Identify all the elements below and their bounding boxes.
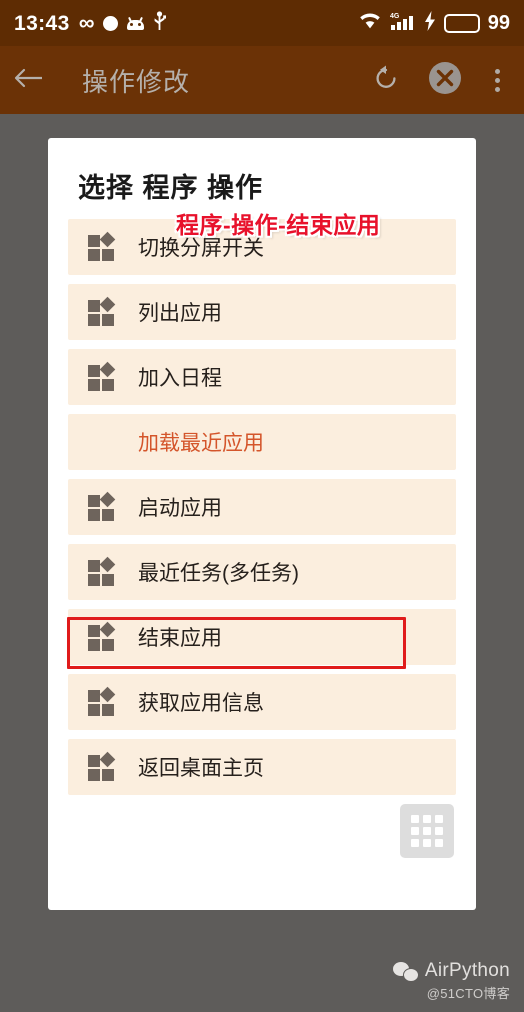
list-item[interactable]: 加入日程 xyxy=(68,349,456,405)
list-item[interactable]: 加载最近应用 xyxy=(68,414,456,470)
action-list: 切换分屏开关 列出应用 加入日程 加载最近应用 启动应用 最近任务(多任务) 结束应用 获取应… xyxy=(48,219,476,795)
overflow-menu-icon[interactable] xyxy=(489,65,506,96)
dialog-title: 选择 程序 操作 xyxy=(78,173,264,203)
widget-grid-icon xyxy=(88,296,118,326)
list-item-label: 加载最近应用 xyxy=(138,432,264,455)
status-bar-clock: 13:43 xyxy=(14,11,70,35)
list-item-icon-wrap xyxy=(68,621,138,651)
widget-grid-icon xyxy=(88,621,118,651)
list-item[interactable]: 列出应用 xyxy=(68,284,456,340)
battery-percent-label: 99 xyxy=(487,12,510,34)
watermark: AirPython @51CTO博客 xyxy=(392,960,510,1002)
svg-text:4G: 4G xyxy=(390,13,400,20)
widget-grid-icon xyxy=(88,231,118,261)
watermark-primary: AirPython xyxy=(392,960,510,982)
undo-icon[interactable] xyxy=(371,63,401,98)
list-item-icon-wrap xyxy=(68,231,138,261)
wifi-icon xyxy=(358,11,382,35)
list-item-label: 启动应用 xyxy=(138,497,222,520)
back-arrow-icon[interactable] xyxy=(14,66,44,95)
charging-bolt-icon xyxy=(424,10,436,36)
page-title: 操作修改 xyxy=(82,66,191,97)
app-bar: 操作修改 xyxy=(0,46,524,114)
wechat-icon xyxy=(392,961,419,982)
annotation-text: 程序-操作-结束应用 xyxy=(176,212,381,238)
list-item-label: 结束应用 xyxy=(138,627,222,650)
list-item[interactable]: 获取应用信息 xyxy=(68,674,456,730)
phone-screen: 13:43 ∞ 4G 99 操作修改 选择 程序 操作 切换分屏开关 列出应用 … xyxy=(0,0,524,1012)
list-item-label: 获取应用信息 xyxy=(138,692,264,715)
list-item-icon-wrap xyxy=(68,556,138,586)
watermark-subtitle: @51CTO博客 xyxy=(426,986,510,1001)
list-item-icon-wrap xyxy=(68,751,138,781)
apps-grid-icon xyxy=(411,815,443,847)
list-item-icon-wrap xyxy=(68,296,138,326)
list-item-icon-wrap xyxy=(68,686,138,716)
widget-grid-icon xyxy=(88,361,118,391)
status-bar: 13:43 ∞ 4G 99 xyxy=(0,0,524,46)
widget-grid-icon xyxy=(88,556,118,586)
program-action-dialog: 选择 程序 操作 切换分屏开关 列出应用 加入日程 加载最近应用 启动应用 最近任务(多任… xyxy=(48,138,476,910)
close-circle-icon[interactable] xyxy=(427,60,463,101)
list-item[interactable]: 启动应用 xyxy=(68,479,456,535)
list-item[interactable]: 返回桌面主页 xyxy=(68,739,456,795)
widget-grid-icon xyxy=(88,751,118,781)
app-bar-actions xyxy=(371,60,510,101)
status-bar-left-group: 13:43 ∞ xyxy=(14,10,167,36)
status-bar-right-group: 4G 99 xyxy=(358,10,510,36)
list-item[interactable]: 最近任务(多任务) xyxy=(68,544,456,600)
widget-grid-icon xyxy=(88,491,118,521)
android-robot-icon xyxy=(127,16,145,30)
list-item-icon-wrap xyxy=(68,361,138,391)
infinity-icon: ∞ xyxy=(78,10,95,35)
list-item[interactable]: 结束应用 xyxy=(68,609,456,665)
list-item-icon-wrap xyxy=(68,491,138,521)
widget-grid-icon xyxy=(88,686,118,716)
battery-icon xyxy=(443,13,480,33)
watermark-name: AirPython xyxy=(424,960,510,981)
usb-icon xyxy=(153,10,167,36)
list-item-label: 返回桌面主页 xyxy=(138,757,264,780)
list-item-label: 加入日程 xyxy=(138,367,222,390)
apps-grid-button[interactable] xyxy=(400,804,454,858)
circle-dot-icon xyxy=(103,15,119,31)
cellular-4g-icon: 4G xyxy=(390,11,416,36)
list-item-label: 列出应用 xyxy=(138,302,222,325)
list-item-label: 最近任务(多任务) xyxy=(138,562,299,585)
